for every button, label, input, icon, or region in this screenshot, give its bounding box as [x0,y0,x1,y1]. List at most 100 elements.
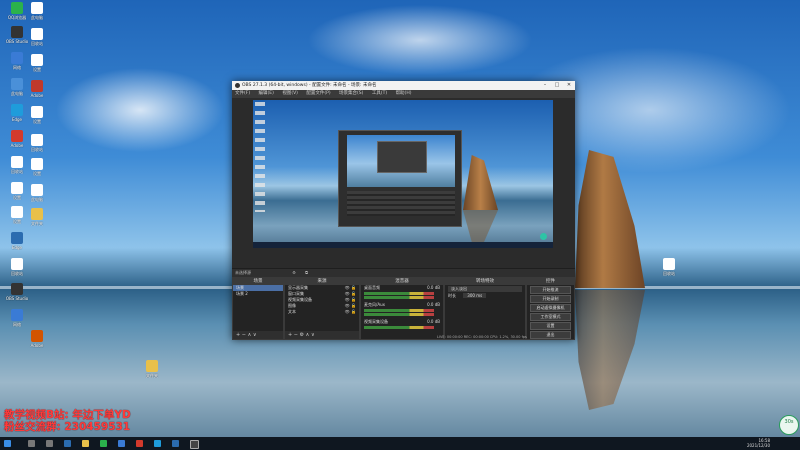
app-icon[interactable] [136,440,143,447]
browser-icon[interactable] [100,440,107,447]
virtual-camera-button[interactable]: 启动虚拟摄像机 [530,304,571,312]
studio-mode-button[interactable]: 工作室模式 [530,313,571,321]
desktop-icon[interactable]: 设置 [20,158,54,176]
preview-desktop-icons [255,102,265,212]
volume-meter [364,326,434,329]
desktop-icon-label: 回收站 [31,147,43,152]
menu-file[interactable]: 文件(F) [235,91,250,96]
scene-item[interactable]: 场景 2 [233,291,283,297]
menu-scene-collection[interactable]: 场景集合(S) [339,91,363,96]
volume-slider[interactable] [364,296,434,299]
mixer-track: 视频采集设备 0.0 dB [361,319,443,333]
desktop-icon-label: 设置 [33,171,41,176]
desktop-icon[interactable]: 回收站 [20,134,54,152]
sources-dock-title: 来源 [285,278,359,285]
menu-edit[interactable]: 编辑(E) [259,91,274,96]
transitions-dock: 转场特效 淡入淡出 时长 300 ms [444,277,526,340]
desktop-icon-label: 回收站 [663,271,675,276]
watermark-line-1: 教学视频B站: 年边下单YD [4,409,131,421]
move-down-icon[interactable]: ∨ [311,332,315,338]
app-icon[interactable] [172,440,179,447]
app-icon [11,232,23,244]
move-up-icon[interactable]: ∧ [306,332,310,338]
track-name: 麦克风/Aux [364,302,385,307]
transition-select[interactable]: 淡入淡出 [448,286,522,292]
desktop-icon[interactable]: 此电脑 [20,184,54,202]
menu-help[interactable]: 帮助(H) [396,91,412,96]
desktop-icon[interactable]: 文件夹 [20,208,54,226]
desktop-icon[interactable]: 网络 [0,309,34,327]
window-titlebar[interactable]: OBS 27.1.3 (64-bit, windows) - 配置文件: 未命名… [232,81,575,90]
app-icon [11,283,23,295]
filters-icon[interactable]: ⧉ [305,270,308,275]
desktop-icon[interactable]: 回收站 [20,28,54,46]
task-view-icon[interactable] [46,440,53,447]
desktop-icon-label: 设置 [33,67,41,72]
settings-button[interactable]: 设置 [530,322,571,330]
menu-profile[interactable]: 配置文件(P) [306,91,330,96]
desktop-icon[interactable]: 此电脑 [20,2,54,20]
move-up-icon[interactable]: ∧ [248,332,252,338]
source-item-label: 文本 [288,309,296,314]
mail-icon[interactable] [118,440,125,447]
minimize-icon[interactable]: – [539,81,551,90]
remove-scene-icon[interactable]: − [242,332,246,338]
volume-meter [364,292,434,295]
desktop-icon-label: 回收站 [31,41,43,46]
search-icon[interactable] [28,440,35,447]
close-icon[interactable]: ✕ [563,81,575,90]
remove-source-icon[interactable]: − [294,332,298,338]
preview-canvas[interactable] [253,100,553,248]
desktop-icon-label: 文件夹 [146,373,158,378]
edge-icon[interactable] [64,440,71,447]
scenes-footer: + − ∧ ∨ [233,331,283,339]
desktop-icon[interactable]: 回收站 [652,258,686,276]
desktop-icon[interactable]: Adobe [20,330,54,348]
desktop-icon[interactable]: 设置 [20,54,54,72]
properties-icon[interactable]: ⚙ [292,270,296,275]
desktop-icon[interactable]: 设置 [20,106,54,124]
track-name: 桌面音频 [364,285,380,290]
volume-slider[interactable] [364,313,434,316]
system-clock[interactable]: 16:58 2021/12/30 [747,438,770,448]
file-explorer-icon[interactable] [82,440,89,447]
duration-input[interactable]: 300 ms [463,293,487,298]
app-icon [31,106,43,118]
app-icon [11,309,23,321]
source-settings-icon[interactable]: ⚙ [300,332,304,338]
preview-rock [463,155,498,210]
app-icon [31,80,43,92]
desktop-icon[interactable]: 回收站 [0,258,34,276]
mixer-track: 麦克风/Aux 0.0 dB [361,302,443,319]
desktop-icon-label: Adobe [30,93,44,98]
eye-lock-icon[interactable]: 👁 🔓 [345,309,356,315]
move-down-icon[interactable]: ∨ [253,332,257,338]
obs-window[interactable]: OBS 27.1.3 (64-bit, windows) - 配置文件: 未命名… [232,81,575,340]
timer-badge: 30s [779,415,799,435]
menu-tools[interactable]: 工具(T) [372,91,387,96]
desktop-icon[interactable]: Edge [0,232,34,250]
taskbar: 16:58 2021/12/30 [0,437,800,450]
file-icon [663,258,675,270]
obs-taskbar-icon[interactable] [190,440,199,449]
mixer-track: 桌面音频 0.0 dB [361,285,443,302]
clock-date: 2021/12/30 [746,443,770,448]
sources-footer: + − ⚙ ∧ ∨ [285,331,359,339]
desktop-icon-label: OBS Studio [5,296,29,301]
desktop-icon[interactable]: Adobe [20,80,54,98]
menu-view[interactable]: 视图(V) [282,91,298,96]
start-recording-button[interactable]: 开始录制 [530,295,571,303]
desktop-icon[interactable]: OBS Studio [0,283,34,301]
track-level: 0.0 dB [427,302,440,307]
start-icon[interactable] [4,440,11,447]
controls-dock: 控件 开始推流 开始录制 启动虚拟摄像机 工作室模式 设置 退出 [526,277,575,340]
source-item[interactable]: 文本 👁 🔓 [285,309,359,315]
maximize-icon[interactable]: □ [551,81,563,90]
add-source-icon[interactable]: + [288,332,292,338]
desktop-icon-label: Edge [11,245,23,250]
start-streaming-button[interactable]: 开始推流 [530,286,571,294]
desktop-icon[interactable]: 文件夹 [135,360,169,378]
app-icon[interactable] [154,440,161,447]
add-scene-icon[interactable]: + [236,332,240,338]
duration-label: 时长 [448,293,456,298]
